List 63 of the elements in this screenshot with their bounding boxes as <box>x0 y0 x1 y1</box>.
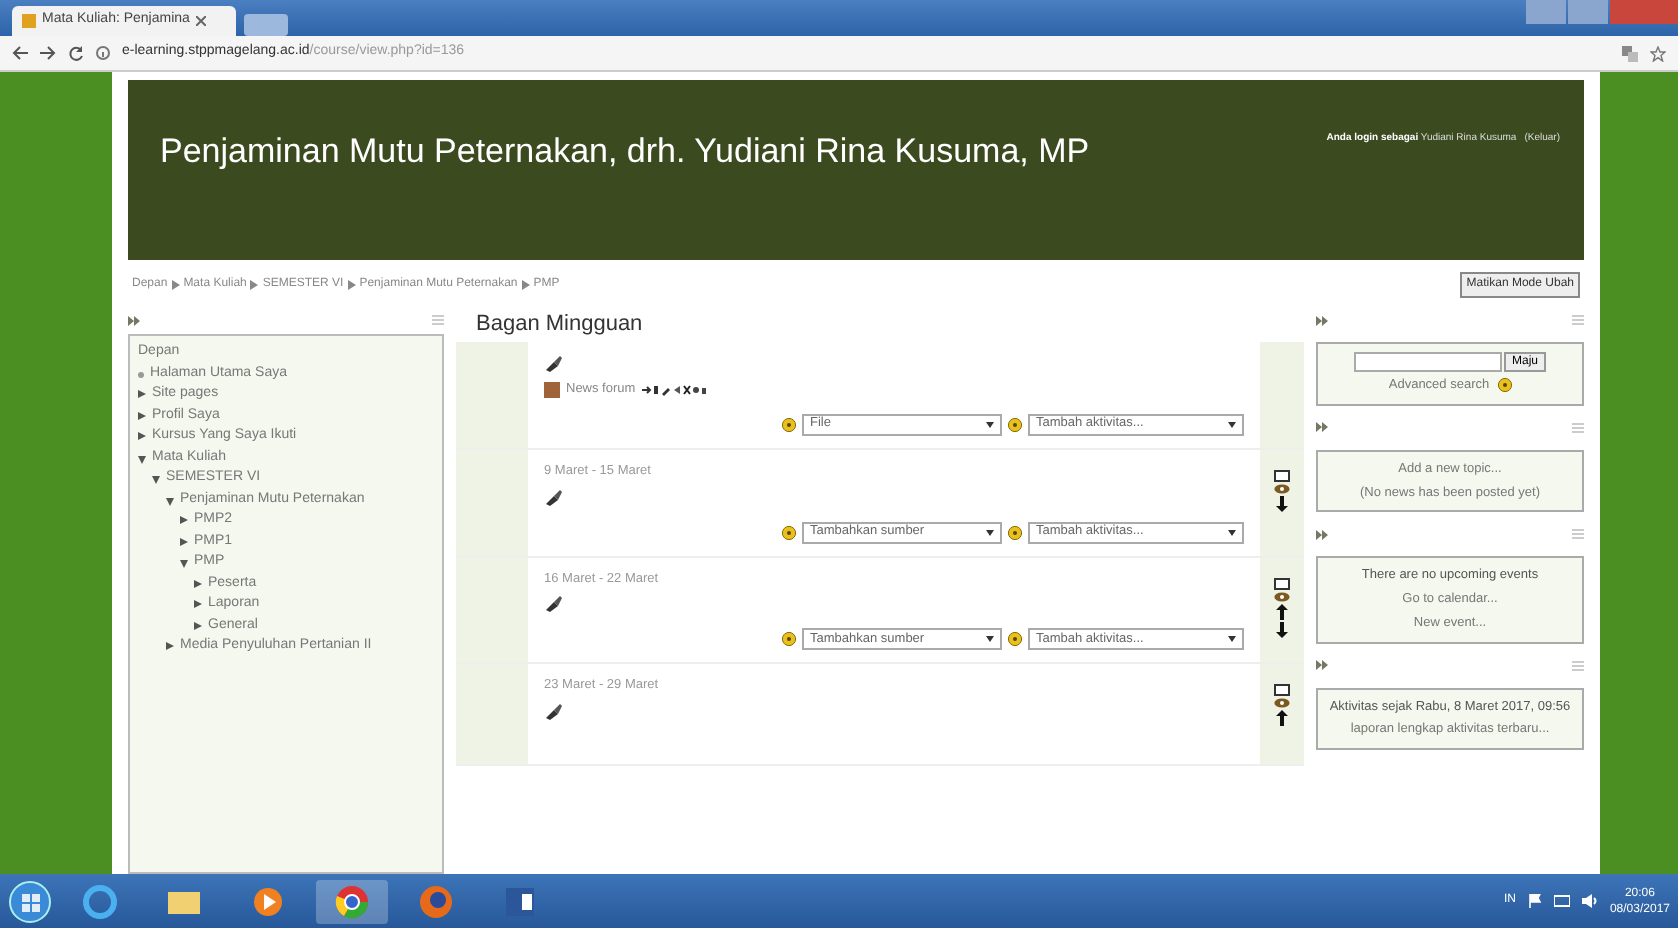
dock-icon[interactable] <box>1316 422 1328 433</box>
edit-icon[interactable] <box>544 594 564 615</box>
firefox-icon[interactable] <box>418 883 454 919</box>
bullet-icon <box>138 371 144 377</box>
separator-icon <box>521 280 530 290</box>
back-icon[interactable] <box>12 46 28 60</box>
highlight-icon[interactable] <box>1274 684 1290 697</box>
highlight-icon[interactable] <box>1274 577 1290 589</box>
collapsed-arrow-icon[interactable] <box>138 432 146 440</box>
move-up-icon[interactable] <box>1276 710 1288 727</box>
help-icon[interactable] <box>1497 378 1512 393</box>
highlight-icon[interactable] <box>1274 469 1290 482</box>
edit-icon[interactable] <box>544 702 564 722</box>
chrome-icon[interactable] <box>334 883 370 919</box>
separator-icon <box>250 280 259 290</box>
forum-icon <box>544 381 560 398</box>
close-icon[interactable] <box>195 16 206 26</box>
move-down-icon[interactable] <box>1276 621 1288 637</box>
page-title: Penjaminan Mutu Peternakan, drh. Yudiani Rina Kusuma, MP <box>160 132 1090 174</box>
info-icon[interactable] <box>96 46 110 60</box>
collapsed-arrow-icon[interactable] <box>166 642 174 650</box>
collapsed-arrow-icon[interactable] <box>138 411 146 419</box>
start-button[interactable] <box>8 879 52 923</box>
help-icon[interactable] <box>1008 632 1022 647</box>
collapsed-arrow-icon[interactable] <box>194 579 202 587</box>
collapsed-arrow-icon[interactable] <box>194 621 202 629</box>
edit-icon[interactable] <box>544 354 564 374</box>
collapsed-arrow-icon[interactable] <box>194 600 202 608</box>
separator-icon <box>171 280 180 290</box>
section-heading: Bagan Mingguan <box>474 309 645 340</box>
forward-icon[interactable] <box>40 46 56 60</box>
search-field[interactable] <box>1353 352 1502 372</box>
star-icon[interactable] <box>1650 45 1666 61</box>
dock-icon[interactable] <box>1316 529 1328 540</box>
reload-icon[interactable] <box>68 45 84 61</box>
volume-icon[interactable] <box>1581 894 1598 908</box>
expanded-arrow-icon[interactable] <box>166 497 174 505</box>
expanded-arrow-icon[interactable] <box>152 476 160 484</box>
help-icon[interactable] <box>1008 525 1022 539</box>
help-icon[interactable] <box>782 417 796 432</box>
edit-icon[interactable] <box>544 487 564 507</box>
collapsed-arrow-icon[interactable] <box>180 537 188 545</box>
eye-icon[interactable] <box>1274 698 1290 709</box>
editing-icons-drawing[interactable] <box>641 383 706 396</box>
expanded-arrow-icon[interactable] <box>138 455 146 463</box>
collapsed-arrow-icon[interactable] <box>138 390 146 398</box>
collapsed-arrow-icon[interactable] <box>180 516 188 524</box>
move-down-icon[interactable] <box>1276 495 1288 512</box>
expanded-arrow-icon[interactable] <box>180 560 188 568</box>
dock-icon[interactable] <box>1316 660 1328 670</box>
media-player-icon[interactable] <box>250 883 286 919</box>
dock-icon[interactable] <box>1316 315 1328 325</box>
move-up-icon[interactable] <box>1276 603 1288 619</box>
help-icon[interactable] <box>782 525 796 539</box>
page-icon <box>22 14 36 28</box>
eye-icon[interactable] <box>1274 483 1290 494</box>
help-icon[interactable] <box>782 632 796 647</box>
network-icon[interactable] <box>1553 894 1570 908</box>
flag-icon[interactable] <box>1527 894 1542 908</box>
dock-icon[interactable] <box>128 315 140 325</box>
help-icon[interactable] <box>1008 417 1022 432</box>
eye-icon[interactable] <box>1274 591 1290 601</box>
separator-icon <box>347 280 356 290</box>
